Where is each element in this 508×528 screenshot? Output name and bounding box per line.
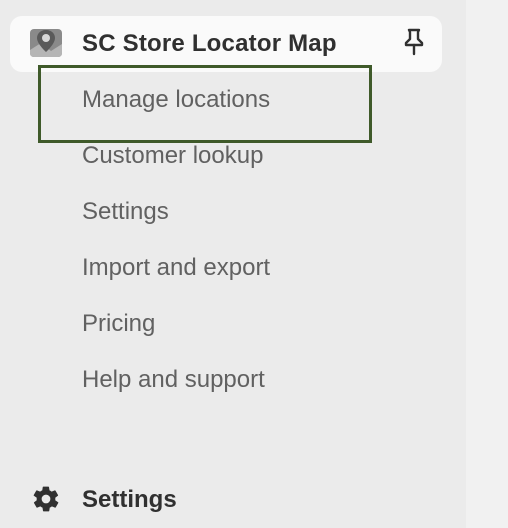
- main-content-area: [466, 0, 508, 528]
- nav-item-import-export[interactable]: Import and export: [82, 250, 270, 286]
- settings-label: Settings: [82, 486, 177, 513]
- app-title: SC Store Locator Map: [82, 30, 337, 57]
- settings-nav-item[interactable]: Settings: [28, 480, 448, 520]
- pin-button[interactable]: [400, 28, 428, 61]
- nav-item-pricing[interactable]: Pricing: [82, 306, 155, 342]
- gear-icon: [31, 484, 63, 516]
- nav-item-manage-locations[interactable]: Manage locations: [82, 82, 270, 118]
- pin-icon: [403, 28, 425, 61]
- app-header[interactable]: SC Store Locator Map: [10, 16, 442, 72]
- map-pin-icon: [29, 26, 63, 60]
- sidebar: SC Store Locator Map Manage locations Cu…: [0, 0, 466, 528]
- nav-item-help-support[interactable]: Help and support: [82, 362, 265, 398]
- nav-item-settings[interactable]: Settings: [82, 194, 169, 230]
- nav-item-customer-lookup[interactable]: Customer lookup: [82, 138, 263, 174]
